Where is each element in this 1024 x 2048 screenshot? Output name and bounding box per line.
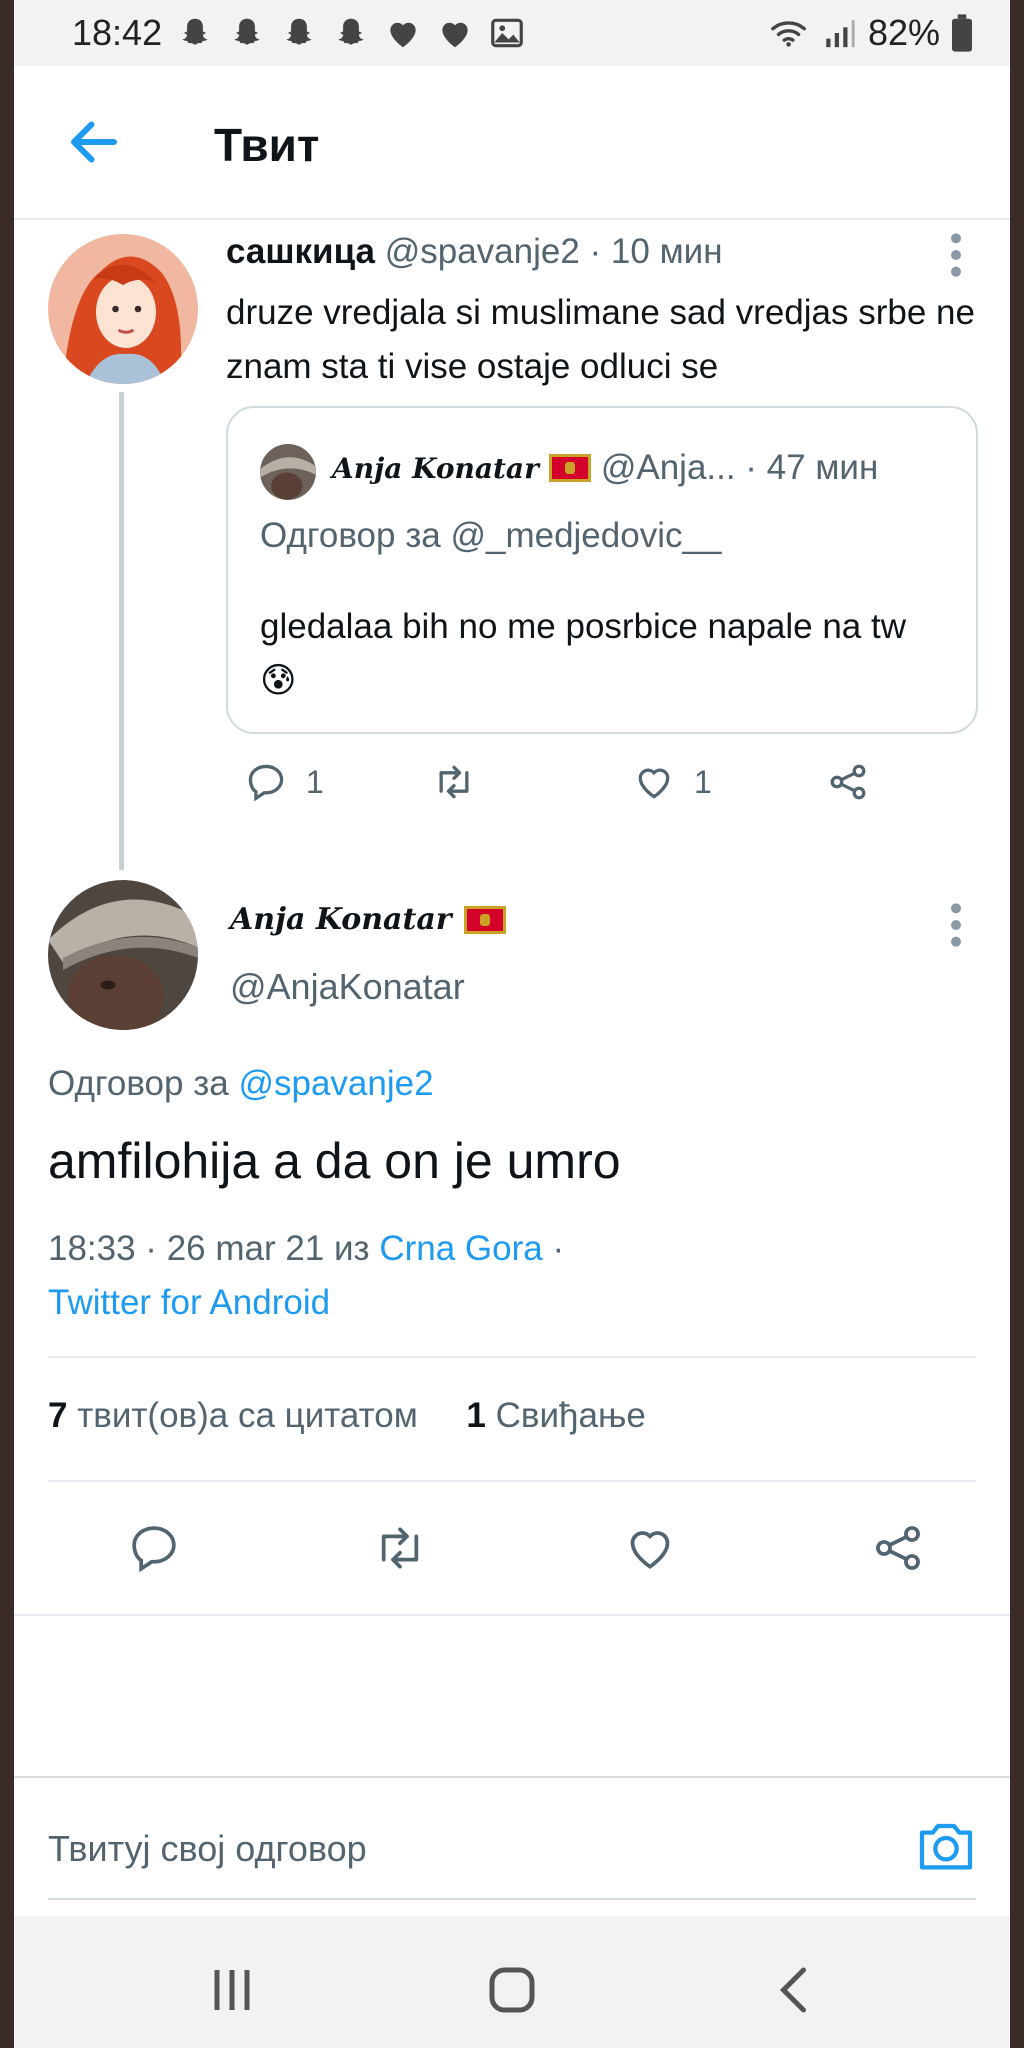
heart-icon — [630, 1531, 670, 1569]
input-underline — [48, 1898, 976, 1900]
author-name[interactable]: Anja Konatar — [230, 902, 506, 937]
snapchat-icon — [234, 18, 260, 45]
quoted-tweet-card[interactable]: Anja Konatar @Anja... · 47 мин Одговор з… — [226, 406, 978, 734]
more-options-icon[interactable] — [944, 230, 968, 280]
main-tweet-actions — [14, 1520, 1010, 1580]
avatar[interactable] — [48, 880, 198, 1030]
tweet-meta: @Anja... · 47 мин — [600, 448, 879, 487]
camera-icon[interactable] — [914, 1814, 978, 1878]
more-options-icon[interactable] — [944, 900, 968, 950]
reply-button[interactable]: 1 — [244, 760, 324, 804]
quote-tweets-stat[interactable]: 7 твит(ов)а са цитатом — [48, 1396, 418, 1435]
montenegro-flag-icon — [548, 454, 591, 482]
retweet-button[interactable] — [432, 760, 476, 804]
share-icon — [830, 764, 866, 800]
like-button[interactable]: 1 — [632, 760, 712, 804]
share-button[interactable] — [870, 1520, 926, 1576]
location-link[interactable]: Crna Gora — [379, 1229, 542, 1268]
avatar — [260, 444, 316, 500]
status-time: 18:42 — [72, 12, 163, 53]
quote-label: твит(ов)а са цитатом — [77, 1396, 418, 1435]
tweet-stats: 7 твит(ов)а са цитатом 1 Свиђање — [48, 1396, 646, 1436]
reply-prefix: Одговор за — [260, 516, 441, 555]
display-name[interactable]: сашкица — [226, 232, 375, 271]
display-name: Anja Konatar — [332, 451, 539, 485]
heart-icon — [442, 22, 468, 48]
display-name: Anja Konatar — [230, 902, 452, 937]
back-arrow-icon[interactable] — [64, 112, 124, 172]
like-count: 1 — [694, 763, 712, 800]
tweet-meta: @spavanje2 · 10 мин — [384, 232, 723, 271]
home-icon[interactable] — [482, 1960, 542, 2020]
like-button[interactable] — [622, 1520, 678, 1576]
likes-stat[interactable]: 1 Свиђање — [466, 1396, 645, 1435]
retweet-icon — [439, 765, 469, 799]
avatar-photo — [48, 880, 198, 1030]
reply-button[interactable] — [126, 1520, 182, 1576]
thread-connector — [119, 392, 124, 870]
avatar[interactable] — [48, 234, 198, 384]
top-app-bar: Твит — [14, 66, 1010, 220]
reply-count: 1 — [306, 763, 324, 800]
signal-icon — [826, 20, 855, 48]
reply-icon — [132, 1526, 176, 1573]
source-link[interactable]: Twitter for Android — [48, 1283, 330, 1322]
quoted-tweet-header: Anja Konatar @Anja... · 47 мин — [332, 448, 878, 488]
snapchat-icon — [182, 18, 208, 45]
snapchat-icon — [286, 18, 312, 45]
divider — [48, 1356, 976, 1358]
heart-icon — [390, 22, 416, 48]
status-right: 82% — [770, 12, 972, 54]
tweet-screen: 18:42 82% Твит сашкица @spavanje2 · 10 м… — [14, 0, 1010, 2048]
retweet-button[interactable] — [372, 1520, 428, 1576]
montenegro-flag-icon — [463, 905, 506, 934]
reply-handle-link[interactable]: @spavanje2 — [238, 1064, 433, 1103]
heart-icon — [638, 768, 670, 799]
avatar-illustration — [48, 234, 198, 384]
avatar-photo — [260, 444, 316, 500]
reply-composer: Твитуј свој одговор — [14, 1776, 1010, 1918]
system-nav-bar — [14, 1916, 1010, 2048]
timestamp: 18:33 · 26 mar 21 из — [48, 1229, 370, 1268]
tweet-timestamp-line: 18:33 · 26 mar 21 из Crna Gora · Twitter… — [48, 1222, 948, 1330]
battery-percent: 82% — [867, 12, 940, 53]
reply-context: Одговор за @_medjedovic__ — [260, 516, 721, 556]
tweet-header: сашкица @spavanje2 · 10 мин — [226, 232, 723, 272]
like-count: 1 — [466, 1396, 486, 1435]
meta-separator: · — [552, 1229, 565, 1268]
back-icon[interactable] — [766, 1960, 826, 2020]
share-icon — [876, 1526, 920, 1570]
image-icon — [491, 18, 523, 48]
notification-icons — [176, 14, 526, 52]
reply-icon — [248, 764, 284, 802]
retweet-icon — [381, 1527, 419, 1569]
status-bar: 18:42 82% — [14, 0, 1010, 66]
tweet-actions: 1 1 — [226, 760, 926, 820]
reply-handle: @_medjedovic__ — [450, 516, 722, 555]
page-title: Твит — [214, 119, 320, 171]
share-button[interactable] — [826, 760, 870, 804]
battery-icon — [952, 14, 972, 52]
reply-prefix: Одговор за — [48, 1064, 229, 1103]
snapchat-icon — [338, 18, 364, 45]
quoted-tweet-text: gledalaa bih no me posrbice napale na tw… — [260, 607, 906, 700]
like-label: Свиђање — [495, 1396, 646, 1435]
tweet-text: druze vredjala si muslimane sad vredjas … — [226, 293, 975, 386]
user-handle[interactable]: @AnjaKonatar — [230, 966, 465, 1008]
reply-context: Одговор за @spavanje2 — [48, 1064, 434, 1104]
reply-input[interactable]: Твитуј свој одговор — [48, 1828, 367, 1870]
recent-apps-icon[interactable] — [202, 1960, 262, 2020]
divider — [14, 1614, 1010, 1616]
divider — [48, 1480, 976, 1482]
quote-count: 7 — [48, 1396, 68, 1435]
tweet-text: amfilohija a da on je umro — [48, 1133, 621, 1189]
wifi-icon — [771, 21, 806, 47]
